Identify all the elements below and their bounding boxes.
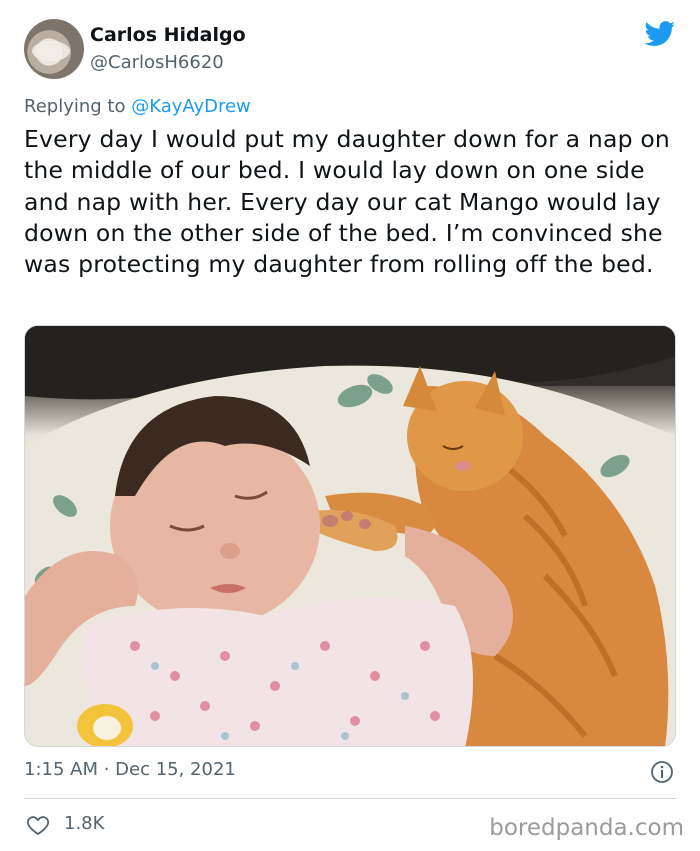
tweet-timestamp[interactable]: 1:15 AM · Dec 15, 2021 [24, 759, 236, 780]
heart-icon[interactable] [26, 813, 50, 837]
avatar[interactable] [24, 19, 84, 79]
tweet-text: Every day I would put my daughter down f… [24, 125, 671, 279]
photo-illustration [25, 326, 675, 746]
tweet-photo[interactable] [24, 325, 676, 747]
twitter-bird-icon[interactable] [644, 21, 676, 47]
reply-mention-link[interactable]: @KayAyDrew [131, 96, 251, 117]
divider [24, 798, 676, 799]
author-handle[interactable]: @CarlosH6620 [90, 52, 224, 73]
replying-prefix: Replying to [24, 96, 132, 117]
like-count: 1.8K [64, 813, 105, 834]
tweet-header: Carlos Hidalgo @CarlosH6620 [24, 19, 676, 81]
replying-to: Replying to @KayAyDrew [24, 96, 251, 117]
watermark-text: boredpanda.com [489, 815, 684, 841]
author-name[interactable]: Carlos Hidalgo [90, 24, 246, 46]
info-icon[interactable] [650, 760, 674, 784]
